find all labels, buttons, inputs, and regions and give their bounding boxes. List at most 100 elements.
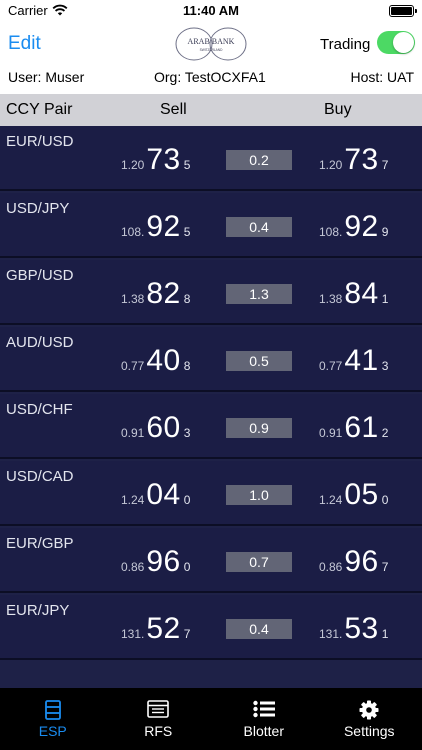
rate-row[interactable]: USD/CHF 0.91 60 3 0.9 0.91 61 2 [0,394,422,459]
edit-button[interactable]: Edit [8,33,41,55]
sell-price[interactable]: 1.38 82 8 [121,278,190,310]
rate-row[interactable]: EUR/JPY 131. 52 7 0.4 131. 53 1 [0,595,422,660]
sell-price[interactable]: 1.24 04 0 [121,479,190,511]
ccy-pair-name: GBP/USD [6,267,74,284]
status-bar: Carrier 11:40 AM [0,0,422,22]
rate-row[interactable]: EUR/GBP 0.86 96 0 0.7 0.86 96 7 [0,528,422,593]
list-icon [253,700,275,718]
buy-price-prefix: 108. [319,225,343,239]
buy-price[interactable]: 108. 92 9 [319,211,388,243]
buy-price-pip: 1 [381,292,389,306]
sell-price-pip: 0 [183,493,191,507]
buy-price-pip: 3 [381,359,389,373]
rate-row[interactable]: GBP/USD 1.38 82 8 1.3 1.38 84 1 [0,260,422,325]
tab-settings[interactable]: Settings [317,688,422,750]
buy-header: Buy [324,101,352,118]
gear-icon [359,700,379,720]
buy-price[interactable]: 0.77 41 3 [319,345,388,377]
buy-price-prefix: 0.77 [319,359,343,373]
sell-price-prefix: 1.38 [121,292,145,306]
spread-badge: 0.2 [226,150,292,170]
spread-badge: 1.3 [226,284,292,304]
sell-price-prefix: 0.77 [121,359,145,373]
sell-price[interactable]: 0.77 40 8 [121,345,190,377]
tab-label: ESP [38,723,67,739]
spread-badge: 0.9 [226,418,292,438]
user-label: User: Muser [8,69,85,85]
sell-price-pip: 7 [183,627,191,641]
logo-text: ARAB BANK [188,37,235,46]
rate-row[interactable]: USD/JPY 108. 92 5 0.4 108. 92 9 [0,193,422,258]
sell-price-prefix: 0.86 [121,560,145,574]
sell-price[interactable]: 131. 52 7 [121,613,190,645]
sell-price-pip: 5 [183,225,191,239]
buy-price[interactable]: 0.86 96 7 [319,546,388,578]
sell-price-prefix: 1.24 [121,493,145,507]
toggle-knob [393,32,414,53]
buy-price-pip: 2 [381,426,389,440]
sell-price-big-figure: 04 [146,478,181,511]
battery-icon [389,5,417,17]
tab-label: Blotter [243,723,284,739]
buy-price-pip: 9 [381,225,389,239]
sell-price-pip: 8 [183,359,191,373]
ccy-pair-name: EUR/JPY [6,602,70,619]
spread-badge: 0.4 [226,217,292,237]
buy-price[interactable]: 1.20 73 7 [319,144,388,176]
tab-label: Settings [343,723,395,739]
spread-badge: 0.5 [226,351,292,371]
ccy-pair-name: EUR/GBP [6,535,74,552]
sell-price-big-figure: 73 [146,143,181,176]
clock: 11:40 AM [183,3,239,18]
ccy-pair-name: AUD/USD [6,334,74,351]
sell-price[interactable]: 0.86 96 0 [121,546,190,578]
buy-price-pip: 1 [381,627,389,641]
buy-price-big-figure: 05 [344,478,379,511]
buy-price-big-figure: 84 [344,277,379,310]
tab-esp[interactable]: ESP [0,688,106,750]
ccy-pair-header: CCY Pair [6,101,73,118]
buy-price[interactable]: 0.91 61 2 [319,412,388,444]
arab-bank-logo: ARAB BANK SWITZERLAND [175,27,247,61]
org-label: Org: TestOCXFA1 [154,69,266,85]
buy-price-pip: 7 [381,158,389,172]
trading-toggle[interactable] [377,31,415,54]
buy-price-prefix: 0.91 [319,426,343,440]
buy-price[interactable]: 131. 53 1 [319,613,388,645]
sell-price[interactable]: 1.20 73 5 [121,144,190,176]
buy-price-big-figure: 92 [344,210,379,243]
sell-price-pip: 3 [183,426,191,440]
buy-price-pip: 0 [381,493,389,507]
buy-price-prefix: 1.38 [319,292,343,306]
sell-price-pip: 0 [183,560,191,574]
logo-subtext: SWITZERLAND [200,48,224,52]
rate-row[interactable]: USD/CAD 1.24 04 0 1.0 1.24 05 0 [0,461,422,526]
buy-price[interactable]: 1.38 84 1 [319,278,388,310]
buy-price-big-figure: 61 [344,411,379,444]
ccy-pair-name: USD/CHF [6,401,73,418]
sell-price[interactable]: 108. 92 5 [121,211,190,243]
buy-price-prefix: 0.86 [319,560,343,574]
esp-icon [44,700,61,720]
rate-row[interactable]: AUD/USD 0.77 40 8 0.5 0.77 41 3 [0,327,422,392]
tab-rfs[interactable]: RFS [106,688,212,750]
sell-price[interactable]: 0.91 60 3 [121,412,190,444]
tab-bar: ESP RFS Blotter Settings [0,688,422,750]
sell-header: Sell [160,101,187,118]
buy-price-prefix: 1.20 [319,158,343,172]
rate-row[interactable]: EUR/USD 1.20 73 5 0.2 1.20 73 7 [0,126,422,191]
tab-blotter[interactable]: Blotter [211,688,317,750]
sell-price-pip: 5 [183,158,191,172]
sell-price-prefix: 131. [121,627,145,641]
tab-label: RFS [144,723,173,739]
buy-price-big-figure: 73 [344,143,379,176]
rfs-icon [147,700,170,718]
buy-price-prefix: 131. [319,627,343,641]
sell-price-pip: 8 [183,292,191,306]
sell-price-big-figure: 52 [146,612,181,645]
buy-price[interactable]: 1.24 05 0 [319,479,388,511]
buy-price-big-figure: 41 [344,344,379,377]
buy-price-pip: 7 [381,560,389,574]
ccy-pair-name: USD/CAD [6,468,74,485]
sell-price-big-figure: 40 [146,344,181,377]
